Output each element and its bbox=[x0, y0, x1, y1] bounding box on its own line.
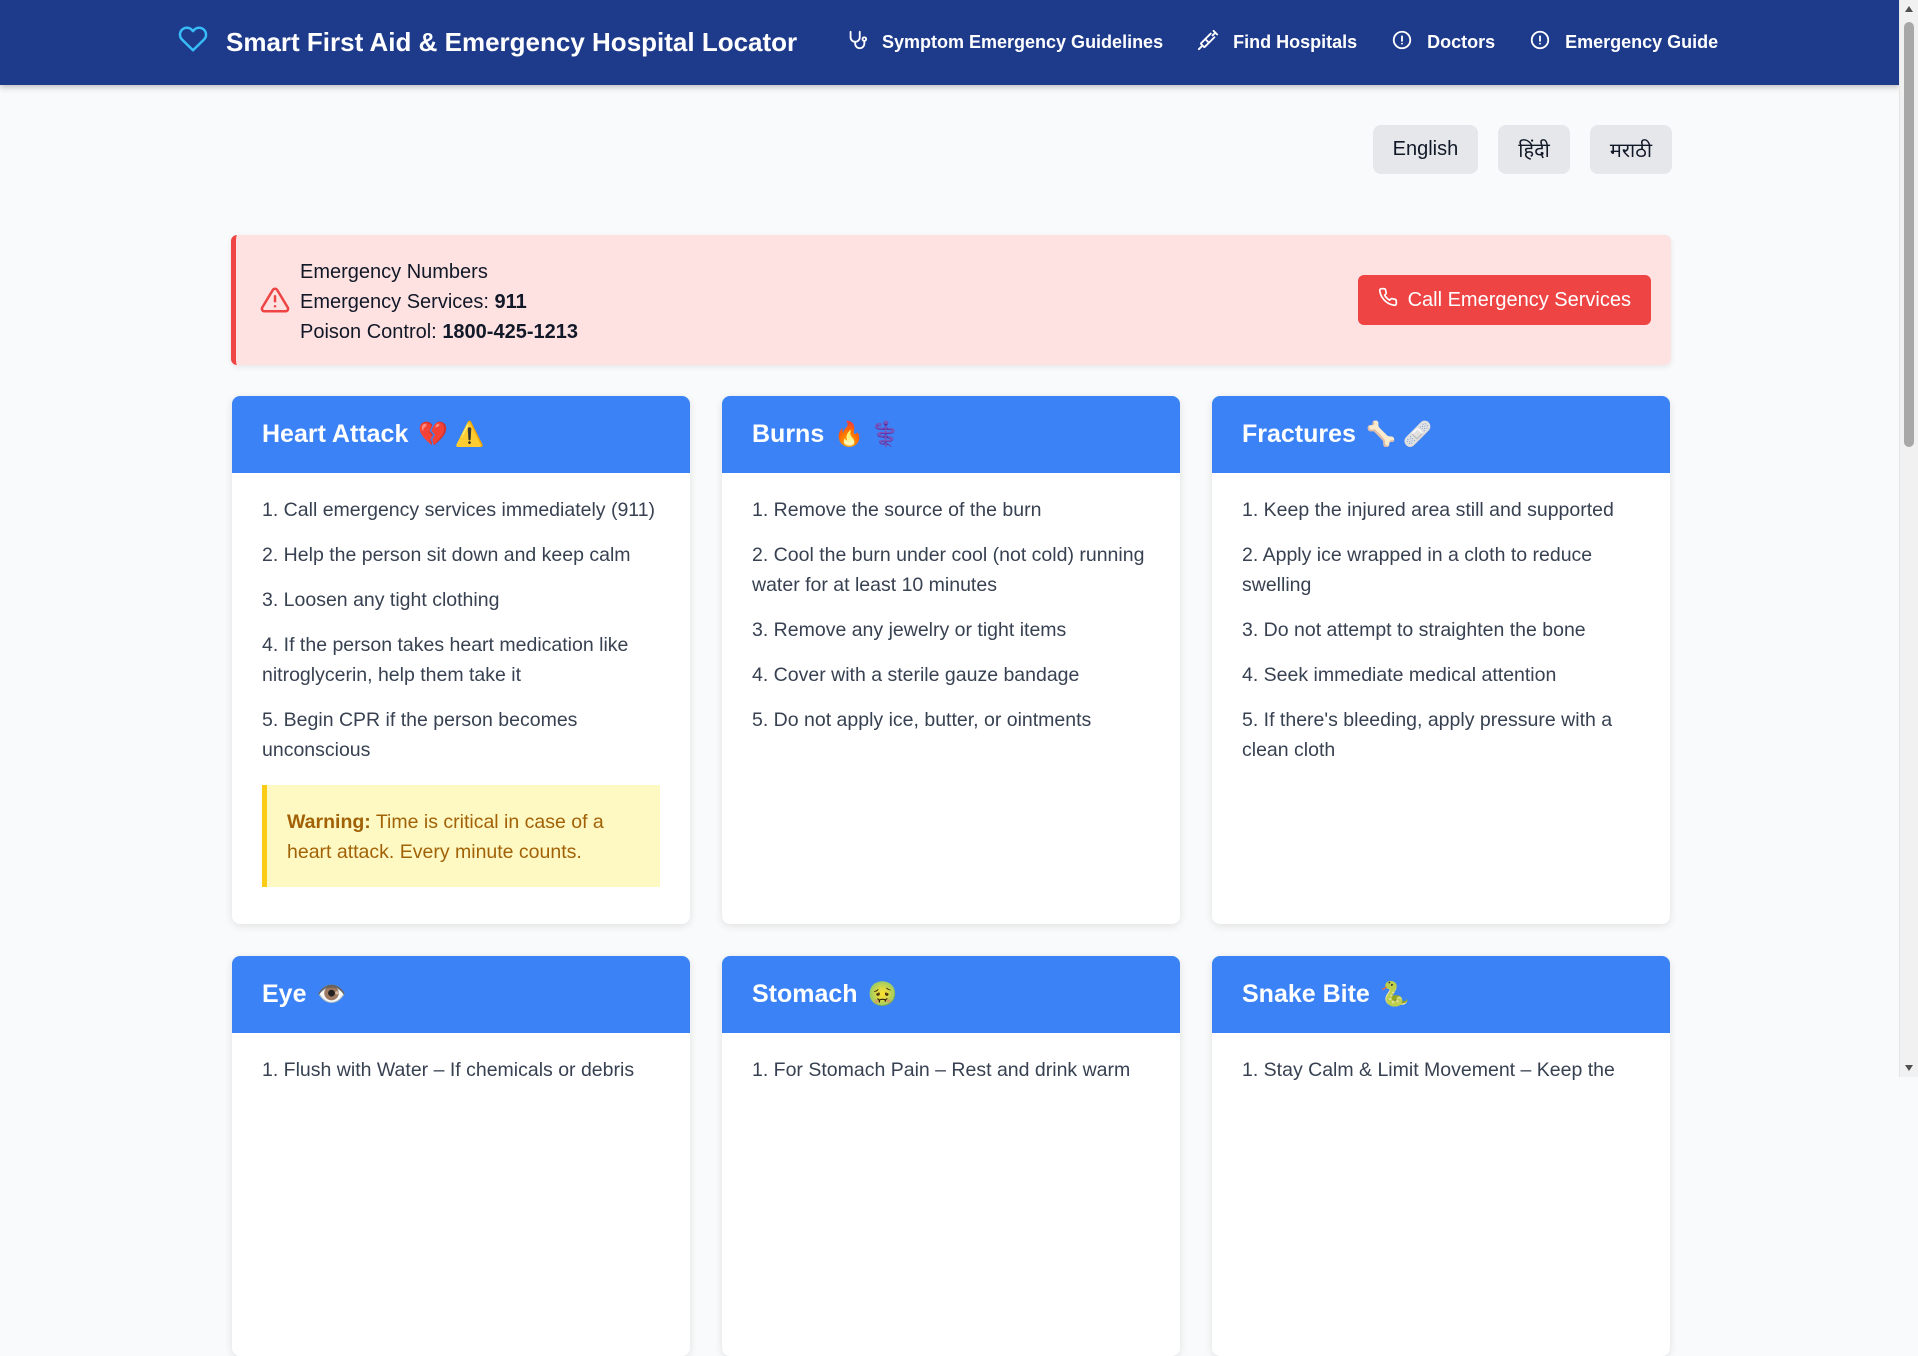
step-item: 5. Begin CPR if the person becomes uncon… bbox=[262, 709, 578, 761]
steps-list: 1. Keep the injured area still and suppo… bbox=[1242, 495, 1640, 765]
syringe-icon bbox=[1197, 29, 1219, 56]
emergency-numbers: Emergency Numbers Emergency Services: 91… bbox=[300, 257, 578, 347]
step-item: 5. Do not apply ice, butter, or ointment… bbox=[752, 709, 1092, 731]
poison-label: Poison Control: bbox=[300, 321, 437, 343]
call-button-label: Call Emergency Services bbox=[1407, 288, 1631, 311]
step-item: 5. If there's bleeding, apply pressure w… bbox=[1242, 709, 1613, 761]
steps-list: 1. For Stomach Pain – Rest and drink war… bbox=[752, 1055, 1150, 1085]
nav-link-label: Emergency Guide bbox=[1565, 32, 1719, 52]
step-item: 1. Remove the source of the burn bbox=[752, 499, 1042, 521]
step-item: 3. Remove any jewelry or tight items bbox=[752, 619, 1067, 641]
steps-list: 1. Flush with Water – If chemicals or de… bbox=[262, 1055, 660, 1085]
info-circle-icon bbox=[1391, 29, 1413, 56]
step-item: 2. Help the person sit down and keep cal… bbox=[262, 544, 631, 566]
step-item: 1. Flush with Water – If chemicals or de… bbox=[262, 1059, 635, 1081]
step-item: 2. Cool the burn under cool (not cold) r… bbox=[752, 544, 1145, 596]
lang-button-hindi[interactable]: हिंदी bbox=[1498, 125, 1570, 174]
nav-link-label: Doctors bbox=[1427, 32, 1496, 52]
call-emergency-button[interactable]: Call Emergency Services bbox=[1357, 275, 1651, 325]
nav-emergency-guide[interactable]: Emergency Guide bbox=[1529, 29, 1718, 56]
brand-title: Smart First Aid & Emergency Hospital Loc… bbox=[226, 27, 798, 57]
scroll-down-arrow-icon[interactable] bbox=[1905, 1065, 1913, 1071]
heart-icon bbox=[178, 24, 208, 61]
language-selector: English हिंदी मराठी bbox=[1372, 125, 1672, 174]
step-item: 1. Stay Calm & Limit Movement – Keep the bbox=[1242, 1059, 1615, 1081]
step-item: 4. Seek immediate medical attention bbox=[1242, 664, 1557, 686]
card-header: Heart Attack 💔 ⚠️ bbox=[232, 396, 690, 473]
card-title: Burns bbox=[752, 420, 825, 448]
snake-icon: 🐍 bbox=[1379, 981, 1410, 1008]
nav-find-hospitals[interactable]: Find Hospitals bbox=[1197, 29, 1357, 56]
step-item: 1. Call emergency services immediately (… bbox=[262, 499, 656, 521]
banner-title: Emergency Numbers bbox=[300, 261, 488, 283]
emergency-services-line: Emergency Services: 911 bbox=[300, 287, 578, 317]
first-aid-cards: Heart Attack 💔 ⚠️ 1. Call emergency serv… bbox=[232, 396, 1672, 1356]
services-label: Emergency Services: bbox=[300, 291, 489, 313]
card-title: Snake Bite bbox=[1242, 980, 1370, 1008]
card-burns: Burns 🔥 ⚕️ 1. Remove the source of the b… bbox=[722, 396, 1180, 924]
phone-icon bbox=[1378, 287, 1398, 313]
nav-links: Symptom Emergency Guidelines Find Hospit… bbox=[846, 0, 1718, 85]
card-title: Heart Attack bbox=[262, 420, 409, 448]
scroll-thumb[interactable] bbox=[1904, 22, 1914, 447]
step-item: 3. Do not attempt to straighten the bone bbox=[1242, 619, 1586, 641]
card-heart-attack: Heart Attack 💔 ⚠️ 1. Call emergency serv… bbox=[232, 396, 690, 924]
lang-button-english[interactable]: English bbox=[1372, 125, 1479, 174]
step-item: 1. Keep the injured area still and suppo… bbox=[1242, 499, 1614, 521]
poison-control-line: Poison Control: 1800-425-1213 bbox=[300, 317, 578, 347]
card-title: Stomach bbox=[752, 980, 858, 1008]
info-circle-icon bbox=[1529, 29, 1551, 56]
step-item: 4. Cover with a sterile gauze bandage bbox=[752, 664, 1080, 686]
nav-symptom-guidelines[interactable]: Symptom Emergency Guidelines bbox=[846, 29, 1163, 56]
card-stomach: Stomach 🤢 1. For Stomach Pain – Rest and… bbox=[722, 956, 1180, 1356]
brand[interactable]: Smart First Aid & Emergency Hospital Loc… bbox=[178, 0, 797, 85]
stethoscope-icon bbox=[846, 29, 868, 56]
card-title: Fractures bbox=[1242, 420, 1356, 448]
step-item: 1. For Stomach Pain – Rest and drink war… bbox=[752, 1059, 1131, 1081]
nav-doctors[interactable]: Doctors bbox=[1391, 29, 1495, 56]
card-eye: Eye 👁️ 1. Flush with Water – If chemical… bbox=[232, 956, 690, 1356]
steps-list: 1. Call emergency services immediately (… bbox=[262, 495, 660, 765]
fire-medical-icon: 🔥 ⚕️ bbox=[834, 421, 901, 448]
steps-list: 1. Remove the source of the burn 2. Cool… bbox=[752, 495, 1150, 735]
card-header: Eye 👁️ bbox=[232, 956, 690, 1033]
step-item: 2. Apply ice wrapped in a cloth to reduc… bbox=[1242, 544, 1593, 596]
warning-label: Warning: bbox=[287, 811, 371, 833]
card-header: Stomach 🤢 bbox=[722, 956, 1180, 1033]
broken-heart-warning-icon: 💔 ⚠️ bbox=[418, 421, 485, 448]
eye-icon: 👁️ bbox=[316, 981, 347, 1008]
nav-link-label: Symptom Emergency Guidelines bbox=[882, 32, 1164, 52]
bone-bandage-icon: 🦴 🩹 bbox=[1365, 421, 1433, 448]
scroll-up-arrow-icon[interactable] bbox=[1905, 6, 1913, 12]
navbar: Smart First Aid & Emergency Hospital Loc… bbox=[0, 0, 1900, 85]
poison-number: 1800-425-1213 bbox=[442, 321, 578, 343]
lang-button-marathi[interactable]: मराठी bbox=[1589, 125, 1672, 174]
card-title: Eye bbox=[262, 980, 307, 1008]
card-header: Burns 🔥 ⚕️ bbox=[722, 396, 1180, 473]
warning-triangle-icon bbox=[260, 285, 290, 315]
card-header: Fractures 🦴 🩹 bbox=[1212, 396, 1670, 473]
services-number: 911 bbox=[494, 291, 527, 313]
emergency-banner: Emergency Numbers Emergency Services: 91… bbox=[231, 235, 1671, 365]
step-item: 3. Loosen any tight clothing bbox=[262, 589, 500, 611]
warning-note: Warning: Time is critical in case of a h… bbox=[262, 785, 660, 887]
nav-link-label: Find Hospitals bbox=[1233, 32, 1358, 52]
page-scrollbar[interactable] bbox=[1899, 0, 1918, 1077]
steps-list: 1. Stay Calm & Limit Movement – Keep the bbox=[1242, 1055, 1640, 1085]
card-snake-bite: Snake Bite 🐍 1. Stay Calm & Limit Moveme… bbox=[1212, 956, 1670, 1356]
nauseated-face-icon: 🤢 bbox=[867, 981, 898, 1008]
step-item: 4. If the person takes heart medication … bbox=[262, 634, 629, 686]
card-fractures: Fractures 🦴 🩹 1. Keep the injured area s… bbox=[1212, 396, 1670, 924]
card-header: Snake Bite 🐍 bbox=[1212, 956, 1670, 1033]
